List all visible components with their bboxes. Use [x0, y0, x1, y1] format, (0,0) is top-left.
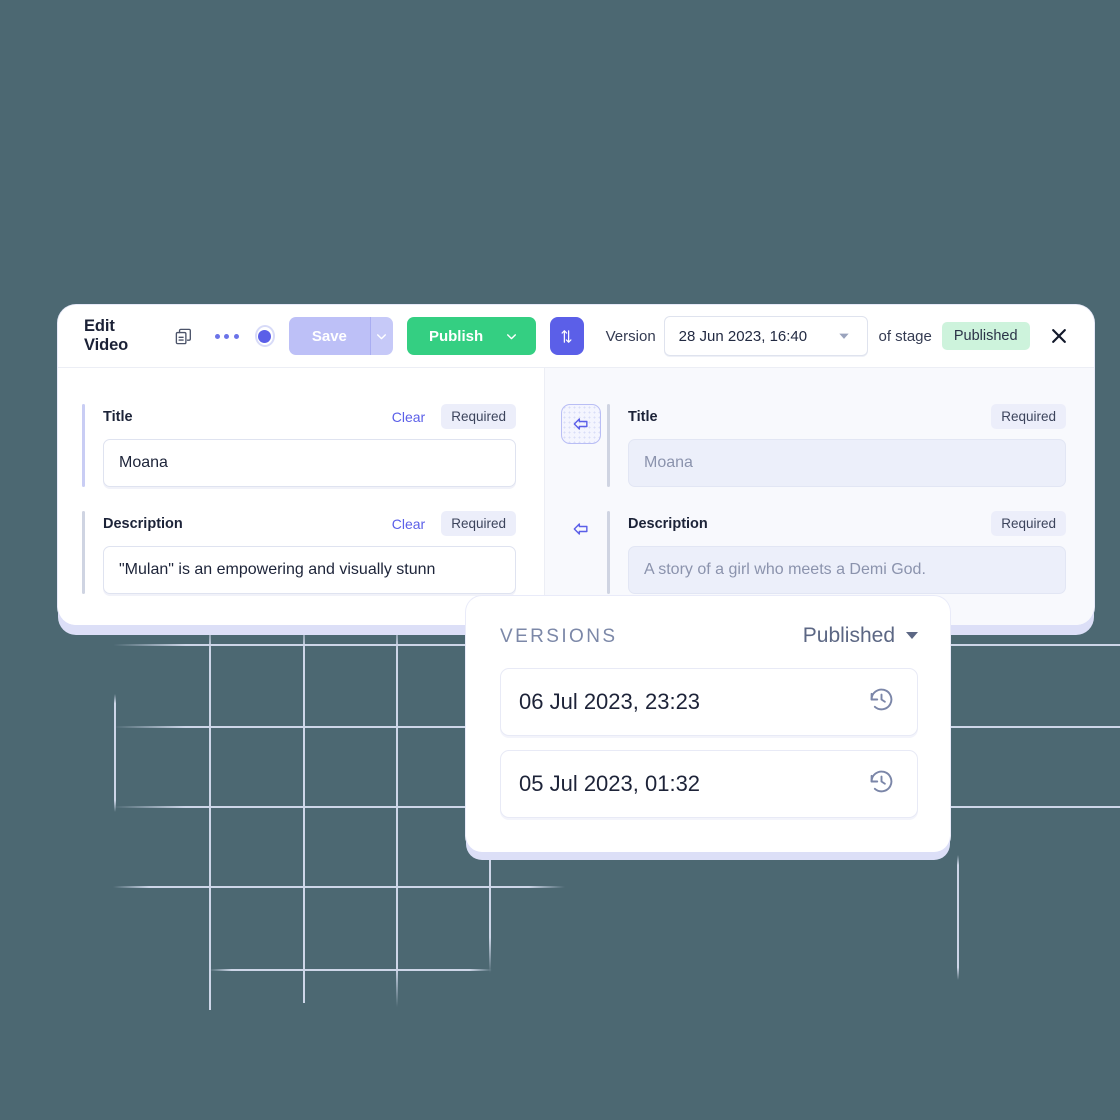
- versions-header: VERSIONS Published: [500, 624, 918, 648]
- required-badge: Required: [441, 511, 516, 536]
- chevron-down-icon: [507, 333, 517, 339]
- chevron-down-icon: [377, 333, 387, 339]
- preview-description-input: [628, 546, 1066, 594]
- versions-stage-filter[interactable]: Published: [803, 624, 918, 648]
- versions-popover: VERSIONS Published 06 Jul 2023, 23:23 05…: [466, 596, 950, 852]
- field-rail: [607, 511, 610, 594]
- grid-line-vertical: [209, 618, 211, 1010]
- clear-link[interactable]: Clear: [392, 409, 425, 425]
- publish-button[interactable]: Publish: [406, 317, 537, 355]
- version-timestamp: 06 Jul 2023, 23:23: [519, 689, 701, 714]
- version-select[interactable]: 28 Jun 2023, 16:40: [663, 316, 869, 356]
- field-label: Description: [103, 515, 183, 532]
- version-preview-pane: Title Required Description Required: [545, 368, 1094, 625]
- status-radio-dot: [258, 329, 272, 343]
- of-stage-label: of stage: [878, 327, 932, 345]
- preview-field-title: Title Required: [607, 404, 1066, 487]
- grid-line-vertical: [396, 618, 398, 1007]
- editor-body: Title Clear Required Description Clear R…: [58, 368, 1094, 625]
- save-button[interactable]: Save: [288, 317, 370, 355]
- field-rail: [82, 404, 85, 487]
- caret-down-icon: [906, 632, 918, 639]
- page-title: Edit Video: [84, 317, 129, 354]
- required-badge: Required: [991, 404, 1066, 429]
- grid-line-vertical: [114, 694, 116, 812]
- revert-title-button[interactable]: [561, 404, 601, 444]
- revert-arrow-left-icon: [573, 418, 588, 430]
- grid-line-horizontal: [113, 886, 565, 888]
- preview-title-input: [628, 439, 1066, 487]
- duplicate-icon[interactable]: [170, 323, 197, 350]
- revert-description-button[interactable]: [561, 509, 601, 549]
- more-dot: [214, 333, 220, 339]
- field-label: Description: [628, 515, 708, 532]
- save-dropdown-button[interactable]: [370, 317, 393, 355]
- revert-arrow-left-icon: [573, 523, 588, 535]
- preview-field-description: Description Required: [607, 511, 1066, 594]
- compare-swap-button[interactable]: [550, 317, 584, 355]
- required-badge: Required: [441, 404, 516, 429]
- version-list-item[interactable]: 05 Jul 2023, 01:32: [500, 750, 918, 818]
- description-input[interactable]: [103, 546, 516, 594]
- field-title: Title Clear Required: [82, 404, 516, 487]
- history-restore-icon[interactable]: [868, 686, 895, 718]
- editor-toolbar: Edit Video Save Publish Version 28 Jun 2…: [58, 305, 1094, 368]
- save-split-button[interactable]: Save: [288, 317, 393, 355]
- close-icon[interactable]: [1046, 321, 1072, 351]
- title-input[interactable]: [103, 439, 516, 487]
- version-label: Version: [605, 327, 656, 345]
- edit-video-window: Edit Video Save Publish Version 28 Jun 2…: [58, 305, 1094, 625]
- editable-pane: Title Clear Required Description Clear R…: [58, 368, 545, 625]
- version-select-value: 28 Jun 2023, 16:40: [678, 327, 808, 345]
- version-timestamp: 05 Jul 2023, 01:32: [519, 771, 701, 796]
- grid-line-horizontal: [209, 969, 492, 971]
- versions-title: VERSIONS: [500, 626, 618, 647]
- clear-link[interactable]: Clear: [392, 516, 425, 532]
- grid-line-vertical: [303, 618, 305, 1003]
- status-badge: Published: [941, 322, 1030, 350]
- field-description: Description Clear Required: [82, 511, 516, 594]
- grid-line-vertical: [957, 855, 959, 980]
- versions-stage-filter-label: Published: [802, 624, 895, 647]
- publish-button-label: Publish: [428, 327, 484, 345]
- field-rail: [607, 404, 610, 487]
- compare-swap-icon: [561, 329, 572, 343]
- chevron-down-icon[interactable]: [821, 329, 867, 343]
- version-list-item[interactable]: 06 Jul 2023, 23:23: [500, 668, 918, 736]
- field-rail: [82, 511, 85, 594]
- status-radio-icon[interactable]: [254, 325, 275, 347]
- field-label: Title: [103, 408, 133, 425]
- more-dot: [233, 333, 239, 339]
- required-badge: Required: [991, 511, 1066, 536]
- more-options-icon[interactable]: [213, 328, 241, 345]
- more-dot: [224, 333, 230, 339]
- field-label: Title: [628, 408, 658, 425]
- history-restore-icon[interactable]: [868, 768, 895, 800]
- revert-column: [555, 404, 607, 625]
